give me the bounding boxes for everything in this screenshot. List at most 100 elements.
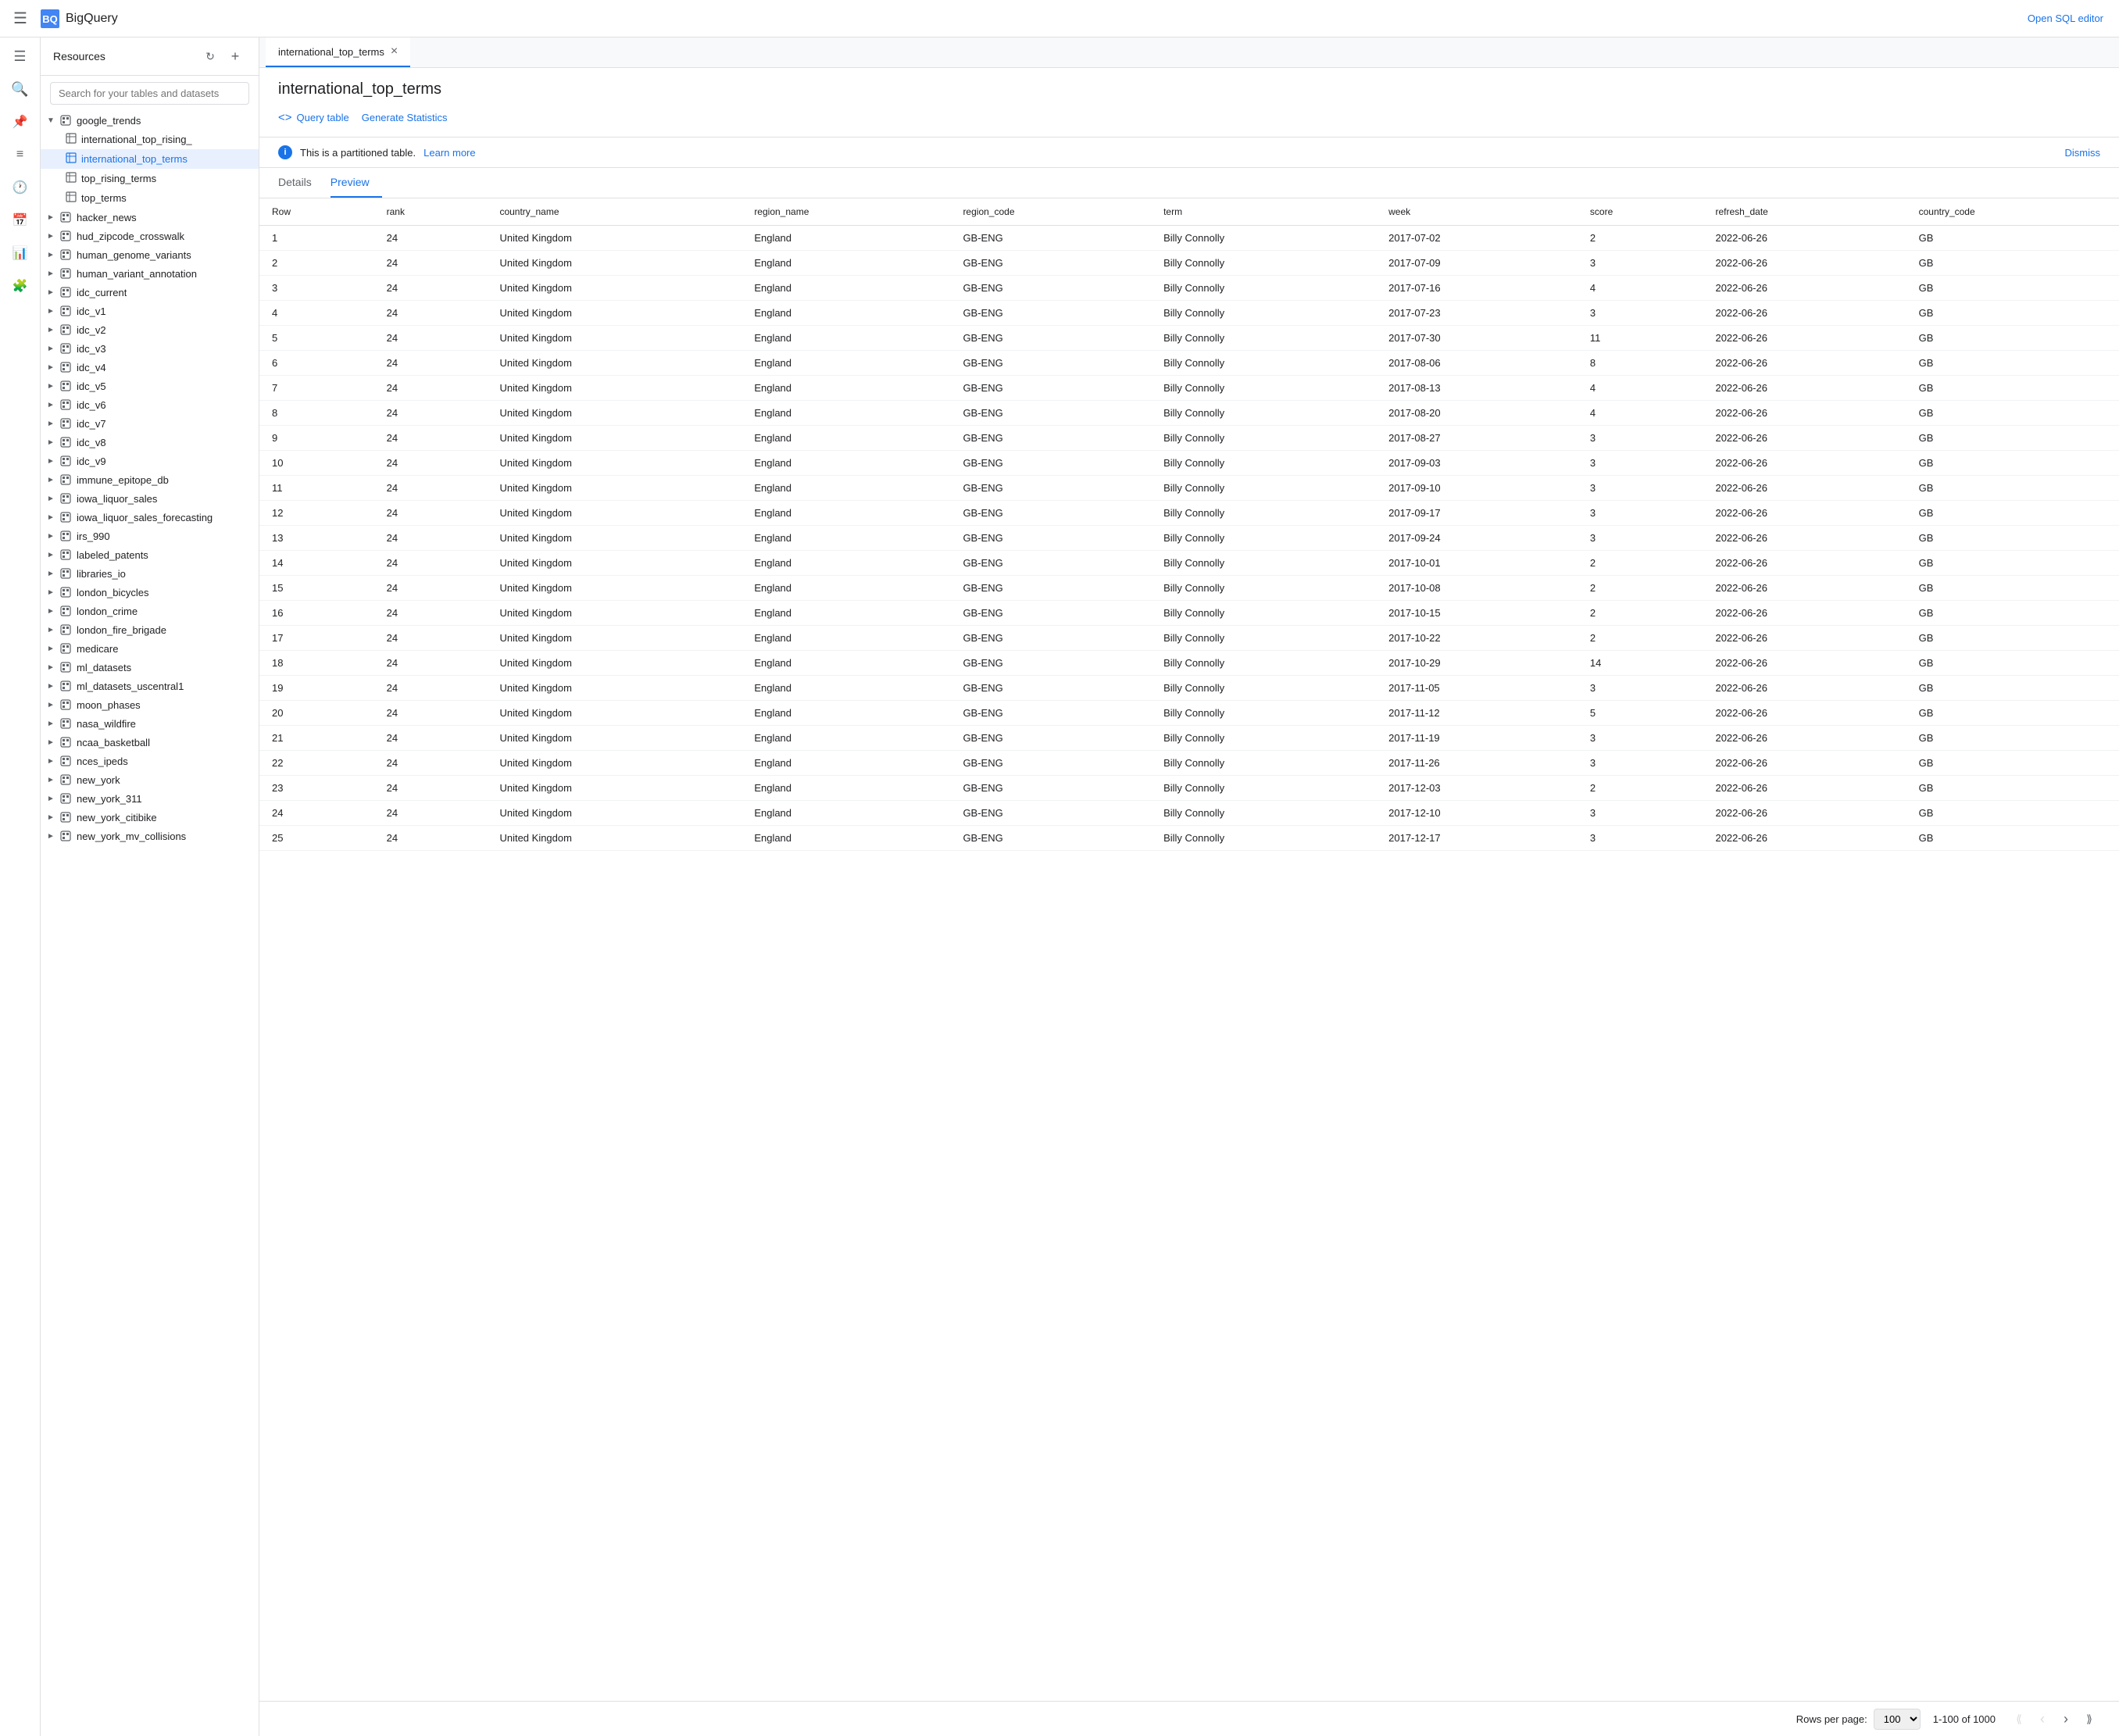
table-cell: 2017-08-06 xyxy=(1376,351,1578,376)
table-cell: 24 xyxy=(374,776,488,801)
tree-item-idc-current[interactable]: ► idc_current xyxy=(41,283,259,302)
chart-icon[interactable]: 📊 xyxy=(5,238,36,269)
table-cell: 24 xyxy=(374,626,488,651)
tree-item-idc-v7[interactable]: ► idc_v7 xyxy=(41,414,259,433)
tree-item-idc-v8[interactable]: ► idc_v8 xyxy=(41,433,259,452)
tree-item-human-genome-variants[interactable]: ► human_genome_variants xyxy=(41,245,259,264)
table-row: 124United KingdomEnglandGB-ENGBilly Conn… xyxy=(259,226,2119,251)
tree-item-labeled-patents[interactable]: ► labeled_patents xyxy=(41,545,259,564)
tree-item-idc-v1[interactable]: ► idc_v1 xyxy=(41,302,259,320)
active-tab[interactable]: international_top_terms × xyxy=(266,38,410,67)
tree-item-top-rising[interactable]: top_rising_terms xyxy=(41,169,259,188)
rows-per-page-select[interactable]: 100 50 25 xyxy=(1874,1709,1921,1730)
tree-item-ml-datasets-uscentral1[interactable]: ► ml_datasets_uscentral1 xyxy=(41,677,259,695)
tree-item-nasa-wildfire[interactable]: ► nasa_wildfire xyxy=(41,714,259,733)
table-cell: 2017-07-23 xyxy=(1376,301,1578,326)
app-logo: BQ BigQuery xyxy=(41,9,118,28)
add-resource-button[interactable]: + xyxy=(224,45,246,67)
menu-icon[interactable]: ☰ xyxy=(5,41,36,72)
tree-item-medicare[interactable]: ► medicare xyxy=(41,639,259,658)
hamburger-icon[interactable]: ☰ xyxy=(6,5,34,33)
tree-item-london-fire-brigade[interactable]: ► london_fire_brigade xyxy=(41,620,259,639)
tree-item-new-york[interactable]: ► new_york xyxy=(41,770,259,789)
main-content: international_top_terms × international_… xyxy=(259,38,2119,1736)
table-cell: GB-ENG xyxy=(950,401,1151,426)
learn-more-link[interactable]: Learn more xyxy=(423,147,475,159)
tree-item-top-terms[interactable]: top_terms xyxy=(41,188,259,208)
tree-label: immune_epitope_db xyxy=(77,474,169,486)
tree-item-ncaa-basketball[interactable]: ► ncaa_basketball xyxy=(41,733,259,752)
dataset-icon xyxy=(59,114,72,127)
tree-item-hacker-news[interactable]: ► hacker_news xyxy=(41,208,259,227)
pin-icon[interactable]: 📌 xyxy=(5,106,36,138)
tree-item-libraries-io[interactable]: ► libraries_io xyxy=(41,564,259,583)
clock-icon[interactable]: 🕐 xyxy=(5,172,36,203)
table-cell: 2017-07-30 xyxy=(1376,326,1578,351)
first-page-button[interactable]: ⟪ xyxy=(2008,1708,2030,1730)
tab-details[interactable]: Details xyxy=(278,168,324,198)
tree-label: london_fire_brigade xyxy=(77,624,166,636)
tree-item-idc-v4[interactable]: ► idc_v4 xyxy=(41,358,259,377)
tree-item-hud-zipcode-crosswalk[interactable]: ► hud_zipcode_crosswalk xyxy=(41,227,259,245)
tree-item-iowa-liquor-sales-forecasting[interactable]: ► iowa_liquor_sales_forecasting xyxy=(41,508,259,527)
table-cell: 2017-10-22 xyxy=(1376,626,1578,651)
table-cell: Billy Connolly xyxy=(1151,226,1376,251)
tree-item-idc-v3[interactable]: ► idc_v3 xyxy=(41,339,259,358)
table-cell: 2022-06-26 xyxy=(1703,526,1906,551)
table-cell: United Kingdom xyxy=(487,276,741,301)
tree-item-human-variant-annotation[interactable]: ► human_variant_annotation xyxy=(41,264,259,283)
open-sql-editor-button[interactable]: Open SQL editor xyxy=(2018,8,2113,29)
calendar-icon[interactable]: 📅 xyxy=(5,205,36,236)
generate-statistics-button[interactable]: Generate Statistics xyxy=(362,112,448,123)
tree-item-london-crime[interactable]: ► london_crime xyxy=(41,602,259,620)
table-cell: GB xyxy=(1906,726,2119,751)
table-cell: England xyxy=(741,351,950,376)
table-cell: 21 xyxy=(259,726,374,751)
search-input[interactable] xyxy=(50,82,249,105)
resources-header: Resources ↻ + xyxy=(41,38,259,76)
table-cell: 2022-06-26 xyxy=(1703,626,1906,651)
tree-item-immune-epitope-db[interactable]: ► immune_epitope_db xyxy=(41,470,259,489)
tree-item-nces-ipeds[interactable]: ► nces_ipeds xyxy=(41,752,259,770)
tree-item-iowa-liquor-sales[interactable]: ► iowa_liquor_sales xyxy=(41,489,259,508)
search-sidebar-icon[interactable]: 🔍 xyxy=(5,73,36,105)
tree-item-intl-top-rising[interactable]: international_top_rising_ xyxy=(41,130,259,149)
table-cell: 12 xyxy=(259,501,374,526)
next-page-button[interactable]: › xyxy=(2055,1708,2077,1730)
tree-item-google-trends[interactable]: ▼ google_trends xyxy=(41,111,259,130)
tab-close-button[interactable]: × xyxy=(391,45,398,58)
list-bullet-icon[interactable]: ≡ xyxy=(5,139,36,170)
last-page-button[interactable]: ⟫ xyxy=(2078,1708,2100,1730)
tree-item-idc-v5[interactable]: ► idc_v5 xyxy=(41,377,259,395)
tree-item-intl-top-terms[interactable]: international_top_terms xyxy=(41,149,259,169)
tree-item-new-york-311[interactable]: ► new_york_311 xyxy=(41,789,259,808)
dismiss-button[interactable]: Dismiss xyxy=(2065,147,2101,159)
table-cell: 2017-11-12 xyxy=(1376,701,1578,726)
refresh-button[interactable]: ↻ xyxy=(199,45,221,67)
table-cell: 24 xyxy=(374,276,488,301)
tree-item-irs-990[interactable]: ► irs_990 xyxy=(41,527,259,545)
table-cell: GB-ENG xyxy=(950,276,1151,301)
table-cell: Billy Connolly xyxy=(1151,501,1376,526)
tree-item-ml-datasets[interactable]: ► ml_datasets xyxy=(41,658,259,677)
tree-item-london-bicycles[interactable]: ► london_bicycles xyxy=(41,583,259,602)
expand-arrow: ► xyxy=(47,645,59,653)
dataset-icon xyxy=(59,698,72,711)
tree-item-new-york-mv-collisions[interactable]: ► new_york_mv_collisions xyxy=(41,827,259,845)
tree-item-idc-v2[interactable]: ► idc_v2 xyxy=(41,320,259,339)
tab-preview[interactable]: Preview xyxy=(331,168,382,198)
table-cell: 2017-09-17 xyxy=(1376,501,1578,526)
query-table-button[interactable]: <> Query table xyxy=(278,108,349,127)
tree-label: libraries_io xyxy=(77,568,126,580)
dataset-icon xyxy=(59,511,72,523)
prev-page-button[interactable]: ‹ xyxy=(2031,1708,2053,1730)
info-text: This is a partitioned table. xyxy=(300,147,416,159)
expand-arrow: ► xyxy=(47,476,59,484)
tree-item-new-york-citibike[interactable]: ► new_york_citibike xyxy=(41,808,259,827)
tree-item-idc-v9[interactable]: ► idc_v9 xyxy=(41,452,259,470)
puzzle-icon[interactable]: 🧩 xyxy=(5,270,36,302)
table-cell: England xyxy=(741,701,950,726)
table-row: 924United KingdomEnglandGB-ENGBilly Conn… xyxy=(259,426,2119,451)
tree-item-moon-phases[interactable]: ► moon_phases xyxy=(41,695,259,714)
tree-item-idc-v6[interactable]: ► idc_v6 xyxy=(41,395,259,414)
